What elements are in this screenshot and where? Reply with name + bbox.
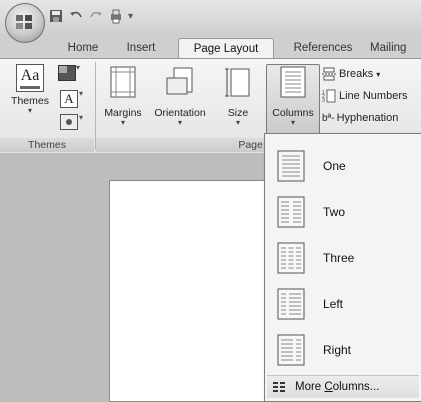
themes-group-label: Themes bbox=[0, 138, 94, 152]
breaks-label: Breaks bbox=[339, 68, 374, 80]
svg-text:3: 3 bbox=[322, 98, 325, 103]
group-separator bbox=[95, 62, 96, 150]
right-column-icon bbox=[277, 334, 305, 366]
more-columns-icon bbox=[273, 382, 285, 392]
tab-references[interactable]: References bbox=[282, 38, 364, 58]
columns-option-three-label: Three bbox=[323, 251, 355, 265]
line-numbers-label: Line Numbers bbox=[339, 90, 408, 102]
hyphenation-label: Hyphenation bbox=[336, 112, 399, 124]
tab-page-layout[interactable]: Page Layout bbox=[178, 38, 274, 59]
more-columns-label: More Columns... bbox=[295, 381, 379, 393]
size-button[interactable]: Size ▾ bbox=[216, 66, 260, 127]
quick-access-toolbar: ▾ bbox=[48, 8, 133, 24]
office-button[interactable] bbox=[5, 3, 45, 43]
tab-mailings[interactable]: Mailing bbox=[370, 38, 421, 58]
columns-option-right[interactable]: Right bbox=[271, 330, 417, 370]
breaks-icon bbox=[322, 67, 336, 81]
three-columns-icon bbox=[277, 242, 305, 274]
columns-option-left-label: Left bbox=[323, 297, 344, 311]
columns-option-two-label: Two bbox=[323, 205, 346, 219]
orientation-button[interactable]: Orientation ▾ bbox=[148, 66, 212, 127]
tab-home[interactable]: Home bbox=[58, 38, 108, 58]
margins-button[interactable]: Margins ▾ bbox=[101, 66, 145, 127]
columns-option-two[interactable]: Two bbox=[271, 192, 417, 232]
columns-dropdown-arrow: ▾ bbox=[290, 118, 295, 127]
theme-colors-arrow[interactable]: ▾ bbox=[76, 63, 80, 72]
themes-button[interactable]: Aa Themes ▾ bbox=[10, 64, 50, 115]
size-icon bbox=[225, 68, 250, 97]
hyphenation-button[interactable]: bª- Hyphenation bbox=[322, 109, 398, 127]
theme-fonts-icon[interactable]: A bbox=[60, 90, 78, 108]
columns-dropdown-menu: One Two Three Left Right More Columns... bbox=[264, 133, 421, 402]
columns-option-three[interactable]: Three bbox=[271, 238, 417, 278]
margins-dropdown-arrow: ▾ bbox=[120, 118, 125, 127]
columns-option-one[interactable]: One bbox=[271, 146, 417, 186]
hyphenation-icon: bª- bbox=[322, 112, 335, 124]
document-page[interactable] bbox=[109, 180, 271, 402]
one-column-icon bbox=[277, 150, 305, 182]
save-icon[interactable] bbox=[48, 8, 64, 24]
line-numbers-icon: 1 2 3 bbox=[322, 89, 336, 103]
columns-option-left[interactable]: Left bbox=[271, 284, 417, 324]
more-columns-accelerator: C bbox=[324, 381, 333, 393]
orientation-dropdown-arrow: ▾ bbox=[177, 118, 182, 127]
line-numbers-button[interactable]: 1 2 3 Line Numbers bbox=[322, 87, 407, 105]
margins-icon bbox=[110, 66, 136, 98]
columns-button[interactable]: Columns ▾ bbox=[266, 66, 320, 127]
redo-icon[interactable] bbox=[88, 8, 104, 24]
left-column-icon bbox=[277, 288, 305, 320]
breaks-dropdown-arrow: ▾ bbox=[376, 69, 381, 79]
columns-icon bbox=[280, 66, 306, 98]
tab-insert[interactable]: Insert bbox=[116, 38, 166, 58]
themes-icon-text: Aa bbox=[20, 67, 40, 84]
office-logo-icon bbox=[16, 15, 32, 29]
theme-colors-icon[interactable] bbox=[58, 65, 76, 81]
themes-dropdown-arrow: ▾ bbox=[27, 106, 32, 115]
more-columns-menu-item[interactable]: More Columns... bbox=[267, 375, 419, 398]
two-columns-icon bbox=[277, 196, 305, 228]
qat-customize-arrow[interactable]: ▾ bbox=[128, 11, 133, 22]
themes-icon: Aa bbox=[16, 64, 44, 92]
breaks-button[interactable]: Breaks ▾ bbox=[322, 65, 380, 83]
theme-effects-arrow[interactable]: ▾ bbox=[79, 113, 83, 122]
theme-effects-icon[interactable] bbox=[60, 114, 78, 130]
columns-option-one-label: One bbox=[323, 159, 346, 173]
size-dropdown-arrow: ▾ bbox=[235, 118, 240, 127]
orientation-icon bbox=[166, 67, 193, 95]
columns-option-right-label: Right bbox=[323, 343, 352, 357]
more-columns-label-pre: More bbox=[295, 381, 325, 393]
undo-icon[interactable] bbox=[68, 8, 84, 24]
theme-fonts-arrow[interactable]: ▾ bbox=[79, 89, 83, 98]
print-preview-icon[interactable] bbox=[108, 8, 124, 24]
more-columns-label-post: olumns... bbox=[332, 381, 380, 393]
